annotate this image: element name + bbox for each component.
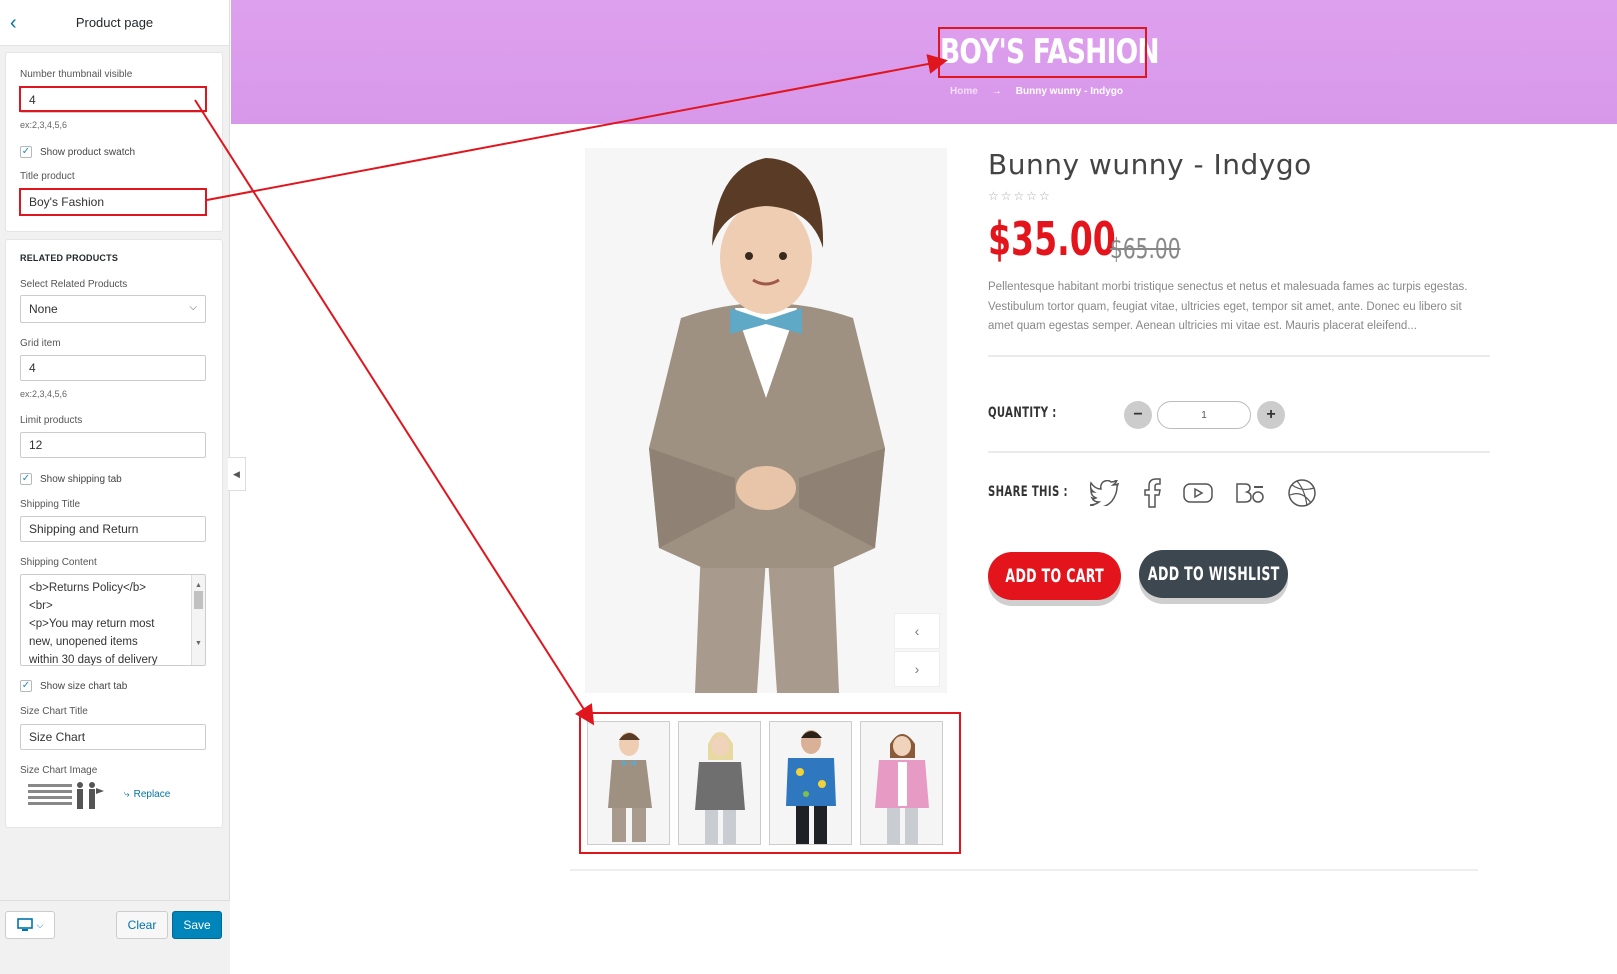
replace-image-button[interactable]: ⤷ Replace [124,789,170,800]
title-product-input[interactable] [20,189,206,215]
show-size-chart-label: Show size chart tab [40,680,128,692]
scrollbar-thumb[interactable] [194,591,203,609]
page-banner [231,0,1617,124]
thumbnail-boy-grey-suit[interactable] [587,721,670,845]
related-products-heading: RELATED PRODUCTS [20,253,119,263]
related-products-select-value: None [29,302,58,316]
sidebar-footer: ⌵ Clear Save [0,900,230,974]
textarea-line: within 30 days of delivery [29,654,158,666]
thumb-visible-hint: ex:2,3,4,5,6 [20,120,68,130]
product-title: Bunny wunny - Indygo [988,148,1312,181]
product-price: $35.00 [988,212,1116,266]
grid-item-input[interactable] [20,355,206,381]
chevron-down-icon: ⌵ [36,919,44,930]
triangle-left-icon: ◀ [233,468,240,479]
back-chevron-icon[interactable]: ‹ [10,13,26,33]
textarea-line: <b>Returns Policy</b> [29,582,146,594]
save-button[interactable]: Save [172,911,222,939]
textarea-line: <p>You may return most [29,618,155,630]
textarea-scrollbar[interactable]: ▲ ▼ [191,575,205,665]
rating-stars: ☆☆☆☆☆ [988,189,1052,203]
dribbble-icon[interactable] [1286,477,1318,509]
main-product-image [585,148,947,693]
arrow-right-icon: → [991,86,1002,97]
thumb-visible-input[interactable] [20,87,206,113]
quantity-input[interactable]: 1 [1157,401,1251,429]
size-chart-title-input[interactable] [20,724,206,750]
quantity-increase-button[interactable]: + [1257,401,1285,429]
replace-label: Replace [133,789,171,800]
shipping-content-textarea[interactable]: <b>Returns Policy</b> <br> <p>You may re… [20,574,206,666]
add-to-cart-button[interactable]: ADD TO CART [988,552,1121,600]
add-to-wishlist-button[interactable]: ADD TO WISHLIST [1139,550,1288,598]
clear-button[interactable]: Clear [116,911,168,939]
thumbnail-strip [587,721,943,845]
show-size-chart-checkbox[interactable]: ✓ Show size chart tab [20,680,127,692]
divider [988,355,1490,357]
textarea-line: <br> [29,600,53,612]
shipping-title-input[interactable] [20,516,206,542]
breadcrumb-home-link[interactable]: Home [950,86,978,97]
customizer-sidebar: ‹ Product page Number thumbnail visible … [0,0,230,974]
chevron-right-icon: › [914,661,920,677]
share-label: SHARE THIS : [988,484,1068,500]
shipping-content-label: Shipping Content [20,557,97,568]
grid-item-hint: ex:2,3,4,5,6 [20,389,68,399]
breadcrumb: Home → Bunny wunny - Indygo [950,86,1123,97]
gallery-next-button[interactable]: › [894,651,940,687]
breadcrumb-current: Bunny wunny - Indygo [1015,86,1124,97]
device-preview-button[interactable]: ⌵ [5,911,55,939]
show-swatch-label: Show product swatch [40,146,136,158]
limit-products-input[interactable] [20,432,206,458]
thumbnail-girl-grey-jacket[interactable] [678,721,761,845]
size-chart-image-label: Size Chart Image [20,765,98,776]
divider [988,451,1490,453]
add-to-cart-label: ADD TO CART [1005,565,1104,587]
thumb-visible-label: Number thumbnail visible [20,69,133,80]
collapse-sidebar-button[interactable]: ◀ [228,457,246,491]
size-chart-title-label: Size Chart Title [20,706,88,717]
replace-icon: ⤷ [124,789,130,800]
textarea-line: new, unopened items [29,636,138,648]
add-to-wishlist-label: ADD TO WISHLIST [1147,563,1280,585]
select-related-label: Select Related Products [20,279,128,290]
checkmark-icon: ✓ [20,680,32,692]
sidebar-title: Product page [75,15,154,30]
sidebar-header: ‹ Product page [0,0,229,46]
gallery-prev-button[interactable]: ‹ [894,613,940,649]
size-chart-thumbnail [28,782,104,809]
shipping-title-label: Shipping Title [20,499,81,510]
related-products-select[interactable]: None ⌵ [20,295,206,323]
boy-in-suit-image [585,148,947,693]
product-old-price: $65.00 [1110,232,1181,265]
facebook-icon[interactable] [1136,477,1168,509]
banner-title: BOY'S FASHION [940,32,1160,72]
desktop-icon [16,918,33,931]
scroll-down-icon[interactable]: ▼ [195,635,202,653]
thumbnail-boy-blue-jacket[interactable] [769,721,852,845]
grid-item-label: Grid item [20,338,61,349]
youtube-icon[interactable] [1182,477,1214,509]
checkmark-icon: ✓ [20,146,32,158]
chevron-left-icon: ‹ [914,623,920,639]
show-shipping-label: Show shipping tab [40,473,122,485]
quantity-decrease-button[interactable]: − [1124,401,1152,429]
chevron-down-icon: ⌵ [189,302,197,313]
checkmark-icon: ✓ [20,473,32,485]
behance-icon[interactable] [1234,477,1266,509]
plus-icon: + [1266,406,1276,423]
show-swatch-checkbox[interactable]: ✓ Show product swatch [20,146,135,158]
divider [570,869,1478,871]
limit-products-label: Limit products [20,415,83,426]
product-description: Pellentesque habitant morbi tristique se… [988,281,1468,332]
twitter-icon[interactable] [1089,477,1121,509]
title-product-label: Title product [20,171,75,182]
quantity-label: QUANTITY : [988,405,1057,421]
thumbnail-girl-pink-jacket[interactable] [860,721,943,845]
show-shipping-checkbox[interactable]: ✓ Show shipping tab [20,473,122,485]
minus-icon: − [1133,406,1143,423]
